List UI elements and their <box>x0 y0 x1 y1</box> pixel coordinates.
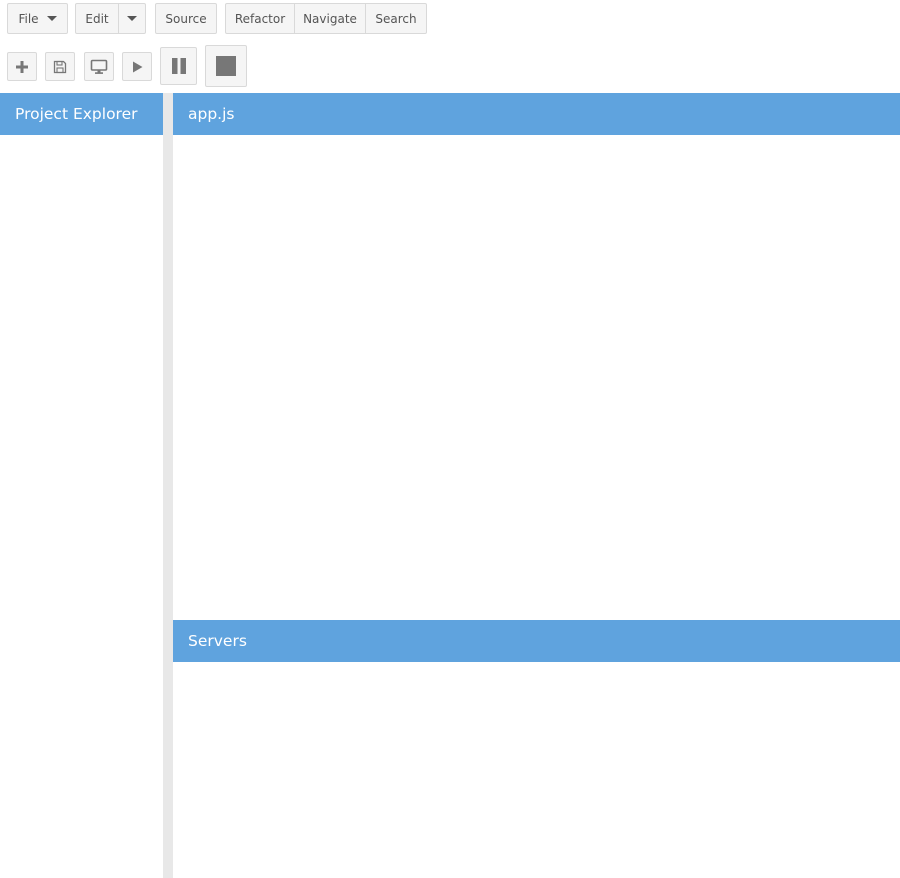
stop-button[interactable] <box>205 45 247 87</box>
file-menu-label: File <box>18 11 39 26</box>
code-editor-area[interactable] <box>173 135 900 619</box>
editor-tab-header[interactable]: app.js <box>173 93 900 135</box>
navigate-menu-label: Navigate <box>303 11 357 26</box>
search-menu[interactable]: Search <box>366 4 426 33</box>
run-button[interactable] <box>122 52 152 81</box>
chevron-down-icon <box>46 16 57 21</box>
file-menu[interactable]: File <box>8 4 67 33</box>
edit-dropdown-toggle[interactable] <box>119 4 145 33</box>
servers-title: Servers <box>188 632 247 650</box>
save-button[interactable] <box>45 52 75 81</box>
source-menu-label: Source <box>165 11 207 26</box>
save-icon <box>53 60 67 73</box>
monitor-icon <box>90 59 108 74</box>
edit-menu-label: Edit <box>85 11 109 26</box>
edit-menu[interactable]: Edit <box>76 4 119 33</box>
search-menu-label: Search <box>375 11 417 26</box>
stop-icon <box>216 56 236 76</box>
servers-header[interactable]: Servers <box>173 620 900 662</box>
play-icon <box>133 61 143 72</box>
refactor-menu-label: Refactor <box>234 11 286 26</box>
project-explorer-title: Project Explorer <box>15 105 138 123</box>
pause-icon <box>171 58 186 74</box>
refactor-navigate-search-group: Refactor Navigate Search <box>225 3 427 34</box>
source-menu-group: Source <box>155 3 217 34</box>
plus-icon <box>16 60 28 73</box>
pause-button[interactable] <box>160 47 197 85</box>
run-on-server-button[interactable] <box>84 52 114 81</box>
refactor-menu[interactable]: Refactor <box>226 4 295 33</box>
project-explorer-header[interactable]: Project Explorer <box>0 93 163 135</box>
source-menu[interactable]: Source <box>156 4 216 33</box>
servers-panel[interactable] <box>173 662 900 878</box>
new-button[interactable] <box>7 52 37 81</box>
edit-menu-group: Edit <box>75 3 146 34</box>
project-explorer-panel[interactable] <box>0 135 163 878</box>
navigate-menu[interactable]: Navigate <box>295 4 366 33</box>
vertical-splitter[interactable] <box>163 93 173 878</box>
file-menu-group: File <box>7 3 68 34</box>
chevron-down-icon <box>127 16 137 21</box>
editor-tab-label: app.js <box>188 105 235 123</box>
